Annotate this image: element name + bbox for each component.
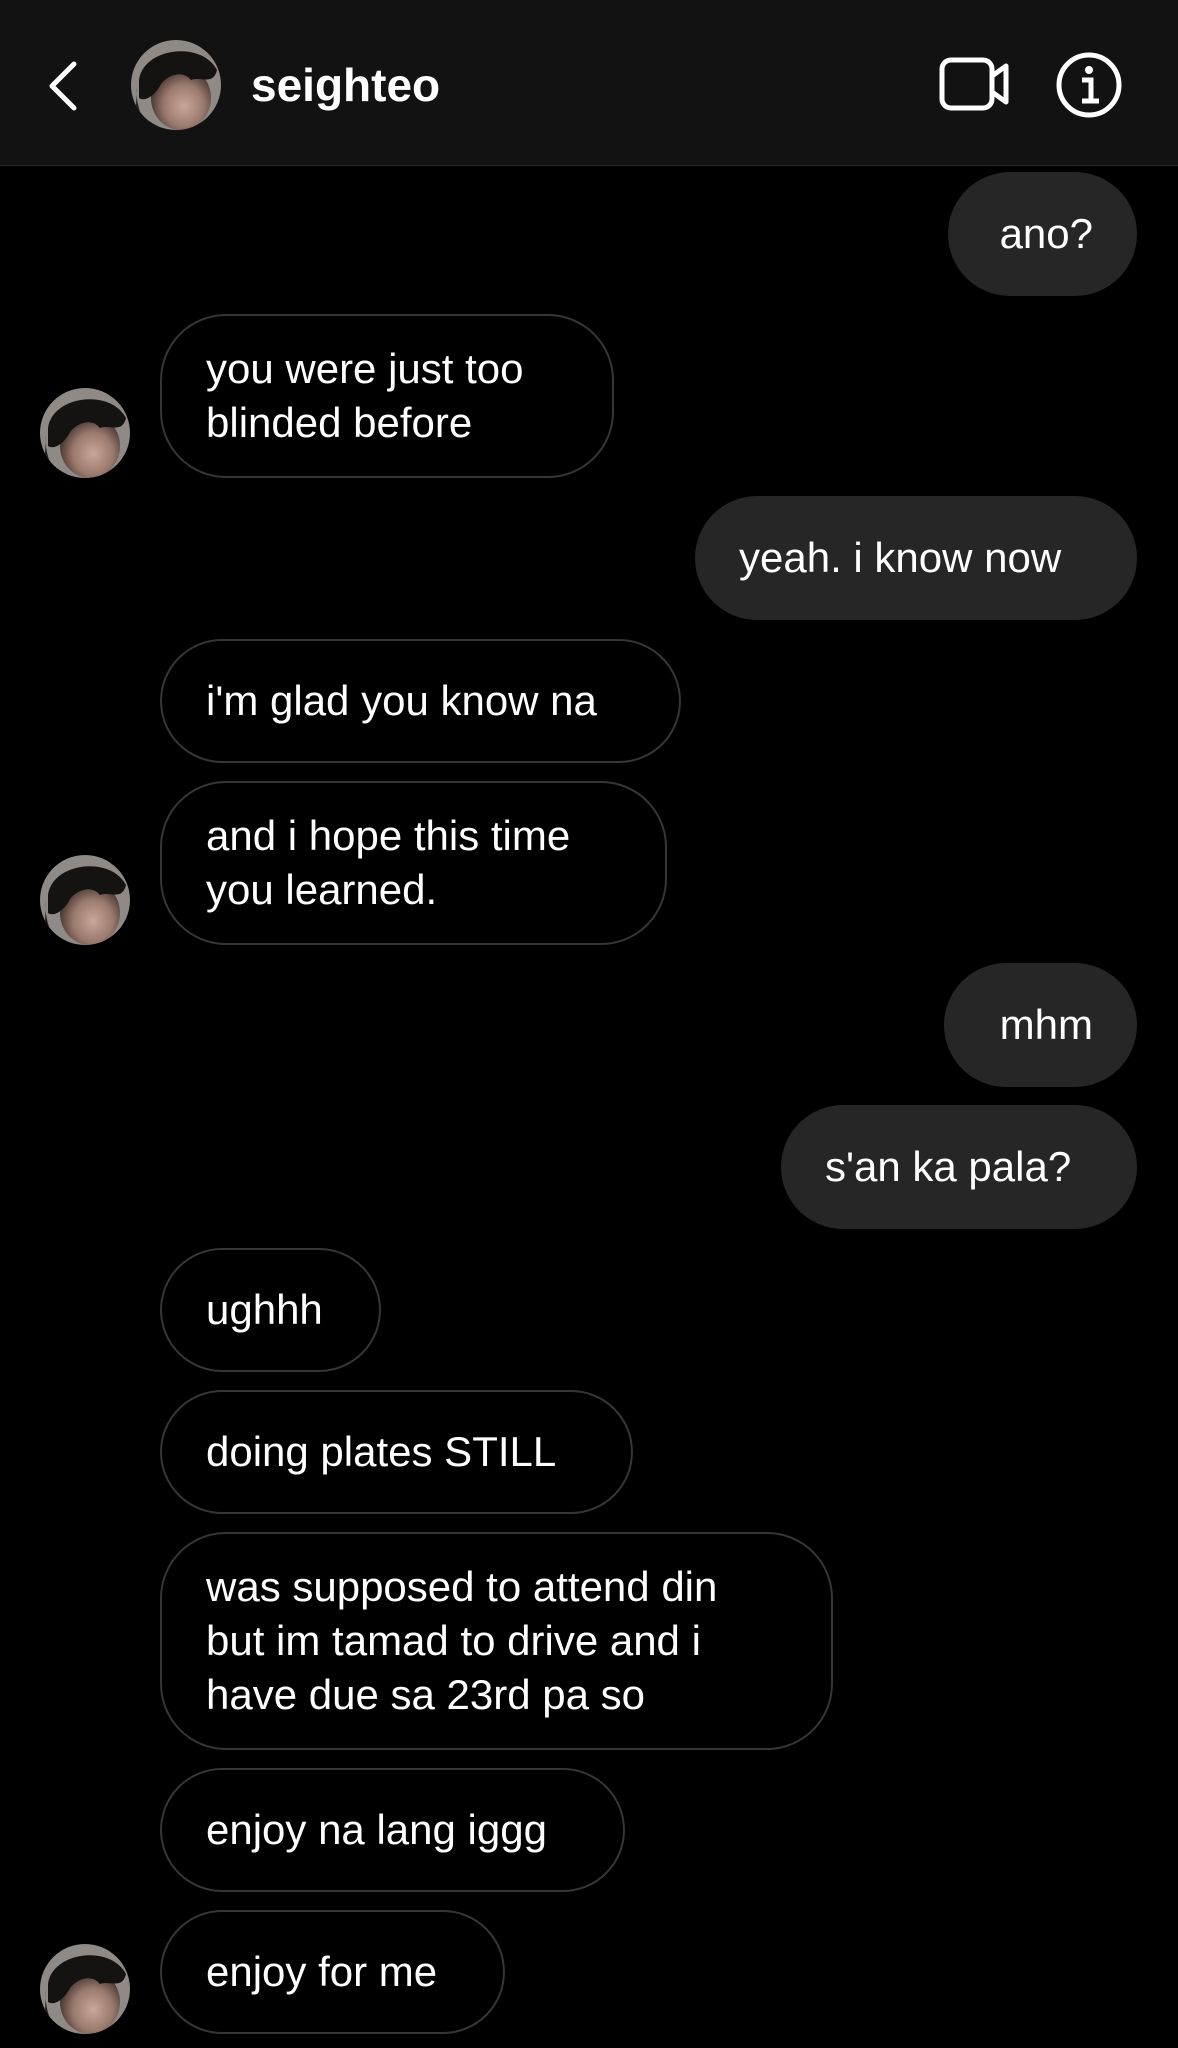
message-bubble-outgoing[interactable]: s'an ka pala?: [781, 1105, 1137, 1229]
sender-avatar[interactable]: [40, 855, 130, 945]
message-text: was supposed to attend din but im tamad …: [206, 1563, 718, 1718]
avatar[interactable]: [131, 40, 221, 130]
avatar-photo: [131, 40, 221, 130]
avatar-photo: [40, 855, 130, 945]
message-text: yeah. i know now: [739, 534, 1062, 581]
message-bubble-incoming[interactable]: i'm glad you know na: [160, 639, 681, 763]
video-camera-icon: [939, 57, 1009, 111]
message-bubble-incoming[interactable]: doing plates STILL: [160, 1390, 633, 1514]
message-text: enjoy for me: [206, 1948, 438, 1995]
message-text: ughhh: [206, 1286, 323, 1333]
message-text: and i hope this time you learned.: [206, 812, 571, 913]
message-bubble-outgoing[interactable]: yeah. i know now: [695, 496, 1137, 620]
message-bubble-incoming[interactable]: you were just too blinded before: [160, 314, 614, 478]
info-icon: [1056, 52, 1122, 118]
message-bubble-incoming[interactable]: was supposed to attend din but im tamad …: [160, 1532, 833, 1750]
sender-avatar[interactable]: [40, 388, 130, 478]
chat-username[interactable]: seighteo: [251, 56, 440, 114]
message-bubble-incoming[interactable]: enjoy for me: [160, 1910, 505, 2034]
avatar-photo: [40, 388, 130, 478]
chevron-left-icon: [49, 61, 77, 111]
message-text: ano?: [999, 210, 1093, 257]
message-bubble-incoming[interactable]: and i hope this time you learned.: [160, 781, 667, 945]
back-button[interactable]: [36, 48, 92, 124]
message-text: doing plates STILL: [206, 1428, 557, 1475]
video-call-button[interactable]: [938, 52, 1012, 116]
chat-header: seighteo: [0, 0, 1178, 166]
message-bubble-incoming[interactable]: ughhh: [160, 1248, 381, 1372]
message-text: enjoy na lang iggg: [206, 1806, 547, 1853]
message-bubble-incoming[interactable]: enjoy na lang iggg: [160, 1768, 625, 1892]
message-text: i'm glad you know na: [206, 677, 597, 724]
avatar-photo: [40, 1944, 130, 2034]
message-text: you were just too blinded before: [206, 345, 524, 446]
message-bubble-outgoing[interactable]: mhm: [944, 963, 1137, 1087]
message-text: s'an ka pala?: [825, 1143, 1072, 1190]
sender-avatar[interactable]: [40, 1944, 130, 2034]
message-text: mhm: [999, 1001, 1093, 1048]
message-bubble-outgoing[interactable]: ano?: [948, 172, 1137, 296]
info-button[interactable]: [1054, 50, 1124, 120]
